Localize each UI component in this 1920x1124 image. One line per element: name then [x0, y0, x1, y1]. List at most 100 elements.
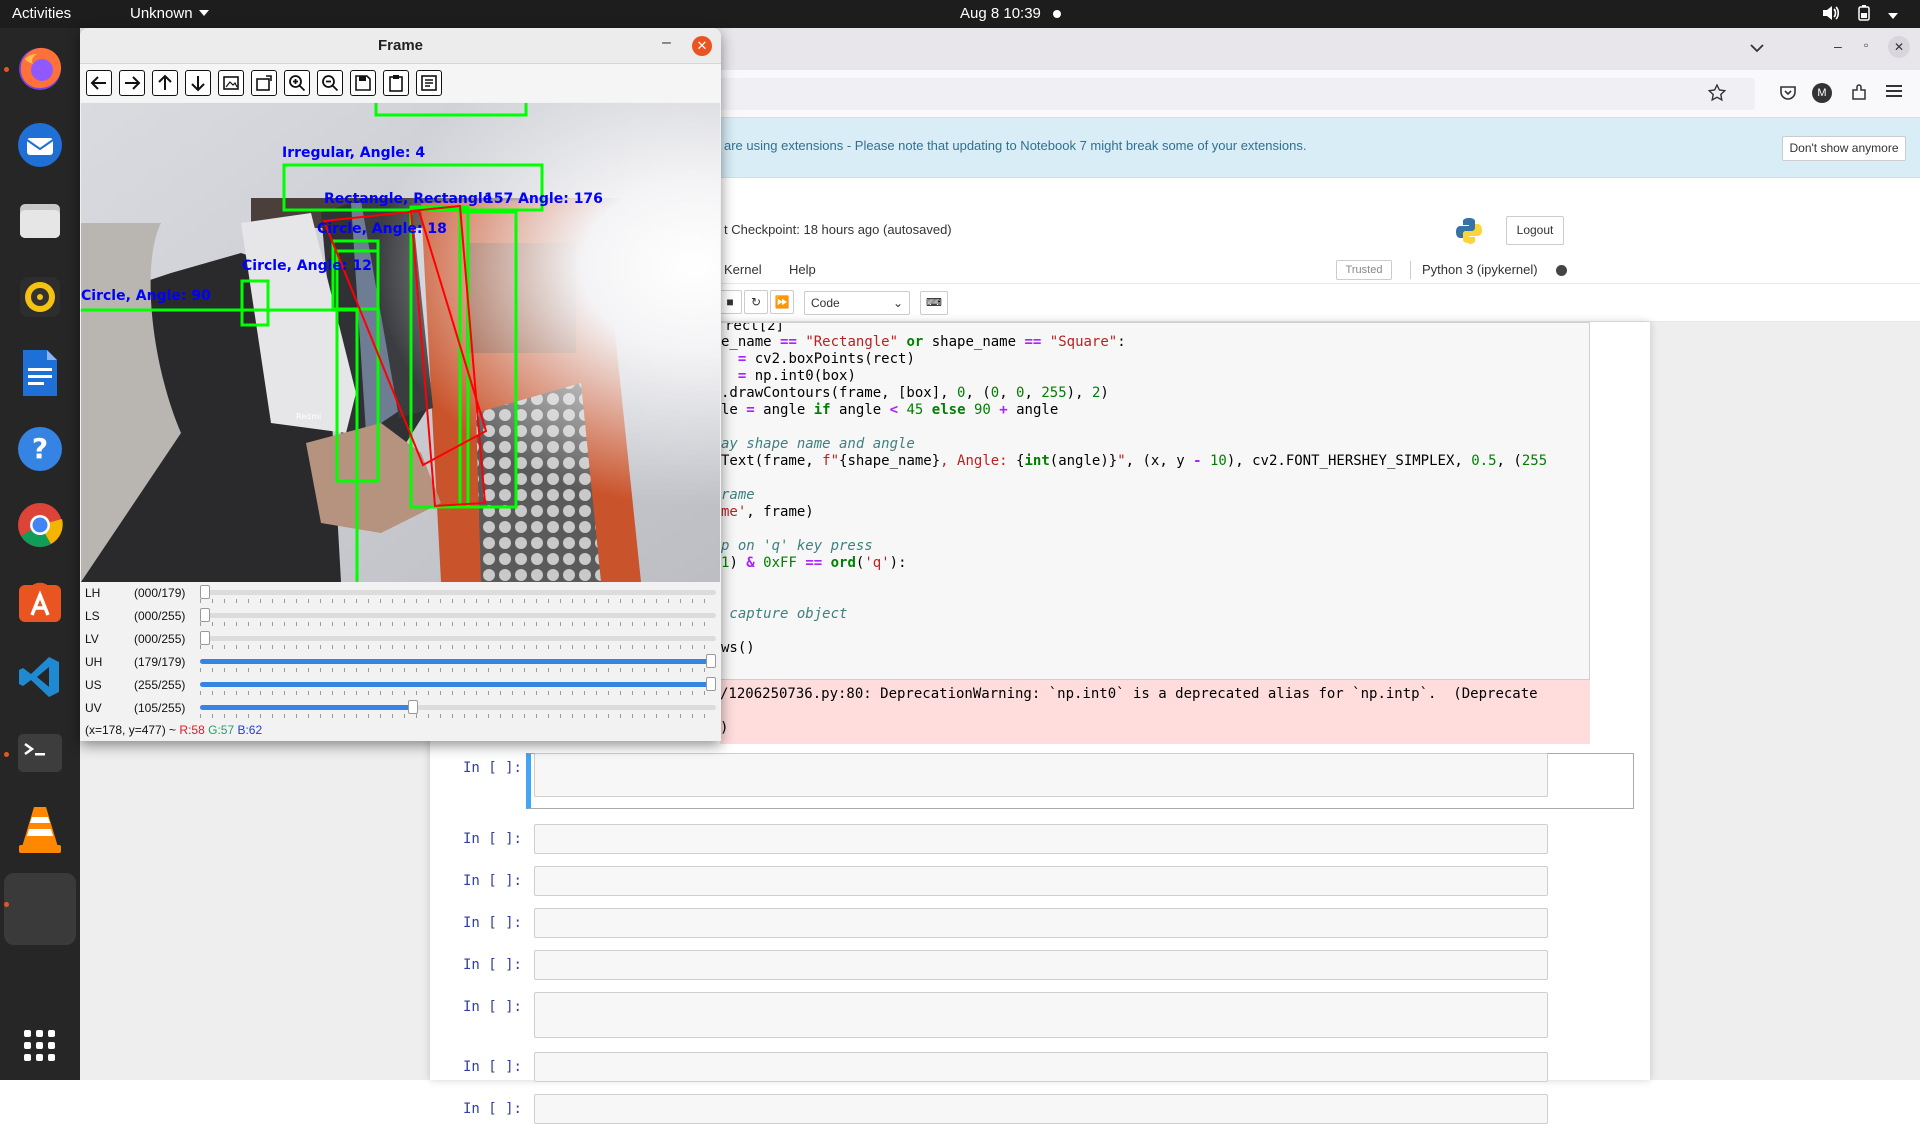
hsv-trackbars: LH (000/179) LS (000/255) LV (000/255) UH (179/…	[80, 582, 721, 720]
firefox-icon	[19, 47, 62, 90]
cell-input[interactable]	[534, 992, 1548, 1038]
label-rectangle-tail: 157 Angle: 176	[484, 191, 603, 207]
zoom-original-button[interactable]	[251, 70, 277, 96]
save-image-button[interactable]	[350, 70, 376, 96]
dock-vscode[interactable]	[12, 649, 68, 705]
pan-right-button[interactable]	[119, 70, 145, 96]
interrupt-button[interactable]: ■	[718, 290, 742, 314]
cell-input[interactable]	[534, 908, 1548, 938]
minimize-button[interactable]: –	[1834, 38, 1842, 54]
dont-show-anymore-button[interactable]: Don't show anymore	[1782, 136, 1906, 161]
url-bar[interactable]	[600, 78, 1755, 110]
dock-frame-window[interactable]	[4, 873, 76, 945]
opencv-frame-window[interactable]: Frame – ✕ Redmi Irregular, Angle: 4 Rect…	[80, 28, 721, 741]
dock-rhythmbox[interactable]	[12, 269, 68, 325]
trackbar-slider[interactable]	[200, 654, 716, 668]
run-all-button[interactable]: ⏩	[770, 290, 794, 314]
gnome-top-bar: Activities Unknown Aug 8 10:39	[0, 0, 1920, 28]
dock-files[interactable]	[12, 193, 68, 249]
close-button[interactable]: ✕	[1888, 36, 1910, 58]
trackbar-uv: UV (105/255)	[80, 697, 721, 720]
trackbar-slider[interactable]	[200, 608, 716, 622]
trackbar-thumb[interactable]	[200, 585, 210, 599]
pixel-red: R:58	[179, 723, 205, 737]
trackbar-thumb[interactable]	[706, 677, 716, 691]
cell-prompt: In [ ]:	[462, 873, 522, 889]
cell-input[interactable]	[534, 753, 1548, 797]
code-cell-editor[interactable]: rect[2] e_name == "Rectangle" or shape_n…	[720, 322, 1590, 680]
hamburger-menu-icon[interactable]	[1886, 84, 1902, 103]
cell-input[interactable]	[534, 866, 1548, 896]
zoom-fit-button[interactable]	[218, 70, 244, 96]
command-palette-button[interactable]: ⌨	[920, 291, 948, 315]
pixel-blue: B:62	[237, 723, 263, 737]
cell-input[interactable]	[534, 1052, 1548, 1082]
window-titlebar[interactable]: Frame – ✕	[80, 28, 721, 64]
close-button[interactable]: ✕	[692, 36, 712, 56]
dock-terminal[interactable]	[12, 725, 68, 781]
dock-thunderbird[interactable]	[12, 117, 68, 173]
menu-help[interactable]: Help	[789, 262, 816, 277]
dock-chrome[interactable]	[12, 497, 68, 553]
clock[interactable]: Aug 8 10:39	[960, 5, 1041, 22]
volume-icon	[1822, 5, 1840, 25]
trackbar-slider[interactable]	[200, 700, 716, 714]
cell-type-select[interactable]: Code ⌄	[804, 291, 910, 315]
properties-button[interactable]	[416, 70, 442, 96]
trackbar-ticks	[200, 599, 716, 603]
trackbar-slider[interactable]	[200, 677, 716, 691]
app-menu[interactable]: Unknown	[130, 5, 209, 22]
dock-help[interactable]: ?	[12, 421, 68, 477]
properties-icon	[421, 75, 437, 91]
trackbar-thumb[interactable]	[200, 608, 210, 622]
cell-input[interactable]	[534, 1094, 1548, 1124]
maximize-button[interactable]: ▫	[1864, 38, 1868, 52]
vscode-icon	[19, 657, 59, 697]
trackbar-thumb[interactable]	[706, 654, 716, 668]
account-avatar[interactable]: M	[1812, 83, 1832, 103]
restart-icon: ↻	[750, 295, 762, 309]
trackbar-thumb[interactable]	[408, 700, 418, 714]
trusted-badge[interactable]: Trusted	[1336, 260, 1392, 280]
zoom-in-button[interactable]	[284, 70, 310, 96]
cell-input[interactable]	[534, 950, 1548, 980]
trackbar-slider[interactable]	[200, 585, 716, 599]
bookmark-star-icon[interactable]	[1707, 83, 1727, 107]
fit-image-icon	[223, 76, 239, 90]
trackbar-slider[interactable]	[200, 631, 716, 645]
help-icon: ?	[18, 427, 62, 471]
copy-to-clipboard-button[interactable]	[383, 70, 409, 96]
dock-writer[interactable]	[12, 345, 68, 401]
cell-prompt: In [ ]:	[462, 760, 522, 776]
extensions-icon[interactable]	[1850, 84, 1868, 107]
chrome-icon	[18, 503, 63, 547]
vlc-icon	[19, 807, 61, 853]
show-apps-button[interactable]	[12, 1018, 68, 1074]
battery-icon	[1858, 5, 1870, 25]
dock-app-center[interactable]	[12, 573, 68, 629]
trackbar-fill	[200, 682, 711, 687]
trackbar-name: UV	[85, 701, 102, 715]
kernel-name[interactable]: Python 3 (ipykernel)	[1422, 262, 1538, 277]
pan-up-button[interactable]	[152, 70, 178, 96]
dock-vlc[interactable]	[12, 801, 68, 857]
pocket-icon[interactable]	[1779, 85, 1797, 106]
trackbar-uh: UH (179/179)	[80, 651, 721, 674]
trackbar-value: (179/179)	[134, 655, 186, 669]
window-title: Frame	[377, 37, 424, 54]
zoom-out-button[interactable]	[317, 70, 343, 96]
minimize-button[interactable]: –	[662, 34, 671, 52]
system-tray[interactable]	[1808, 5, 1898, 25]
restart-button[interactable]: ↻	[744, 290, 768, 314]
pan-down-button[interactable]	[185, 70, 211, 96]
pan-left-button[interactable]	[86, 70, 112, 96]
trackbar-ticks	[200, 645, 716, 649]
activities-button[interactable]: Activities	[12, 5, 71, 22]
cell-input[interactable]	[534, 824, 1548, 854]
trackbar-thumb[interactable]	[200, 631, 210, 645]
logout-button[interactable]: Logout	[1506, 216, 1564, 245]
camera-frame-image[interactable]: Redmi Irregular, Angle: 4 Rectangle, Rec…	[81, 103, 720, 582]
menu-kernel[interactable]: Kernel	[724, 262, 762, 277]
dock-firefox[interactable]	[12, 40, 68, 96]
tab-list-chevron-icon[interactable]	[1750, 40, 1764, 58]
